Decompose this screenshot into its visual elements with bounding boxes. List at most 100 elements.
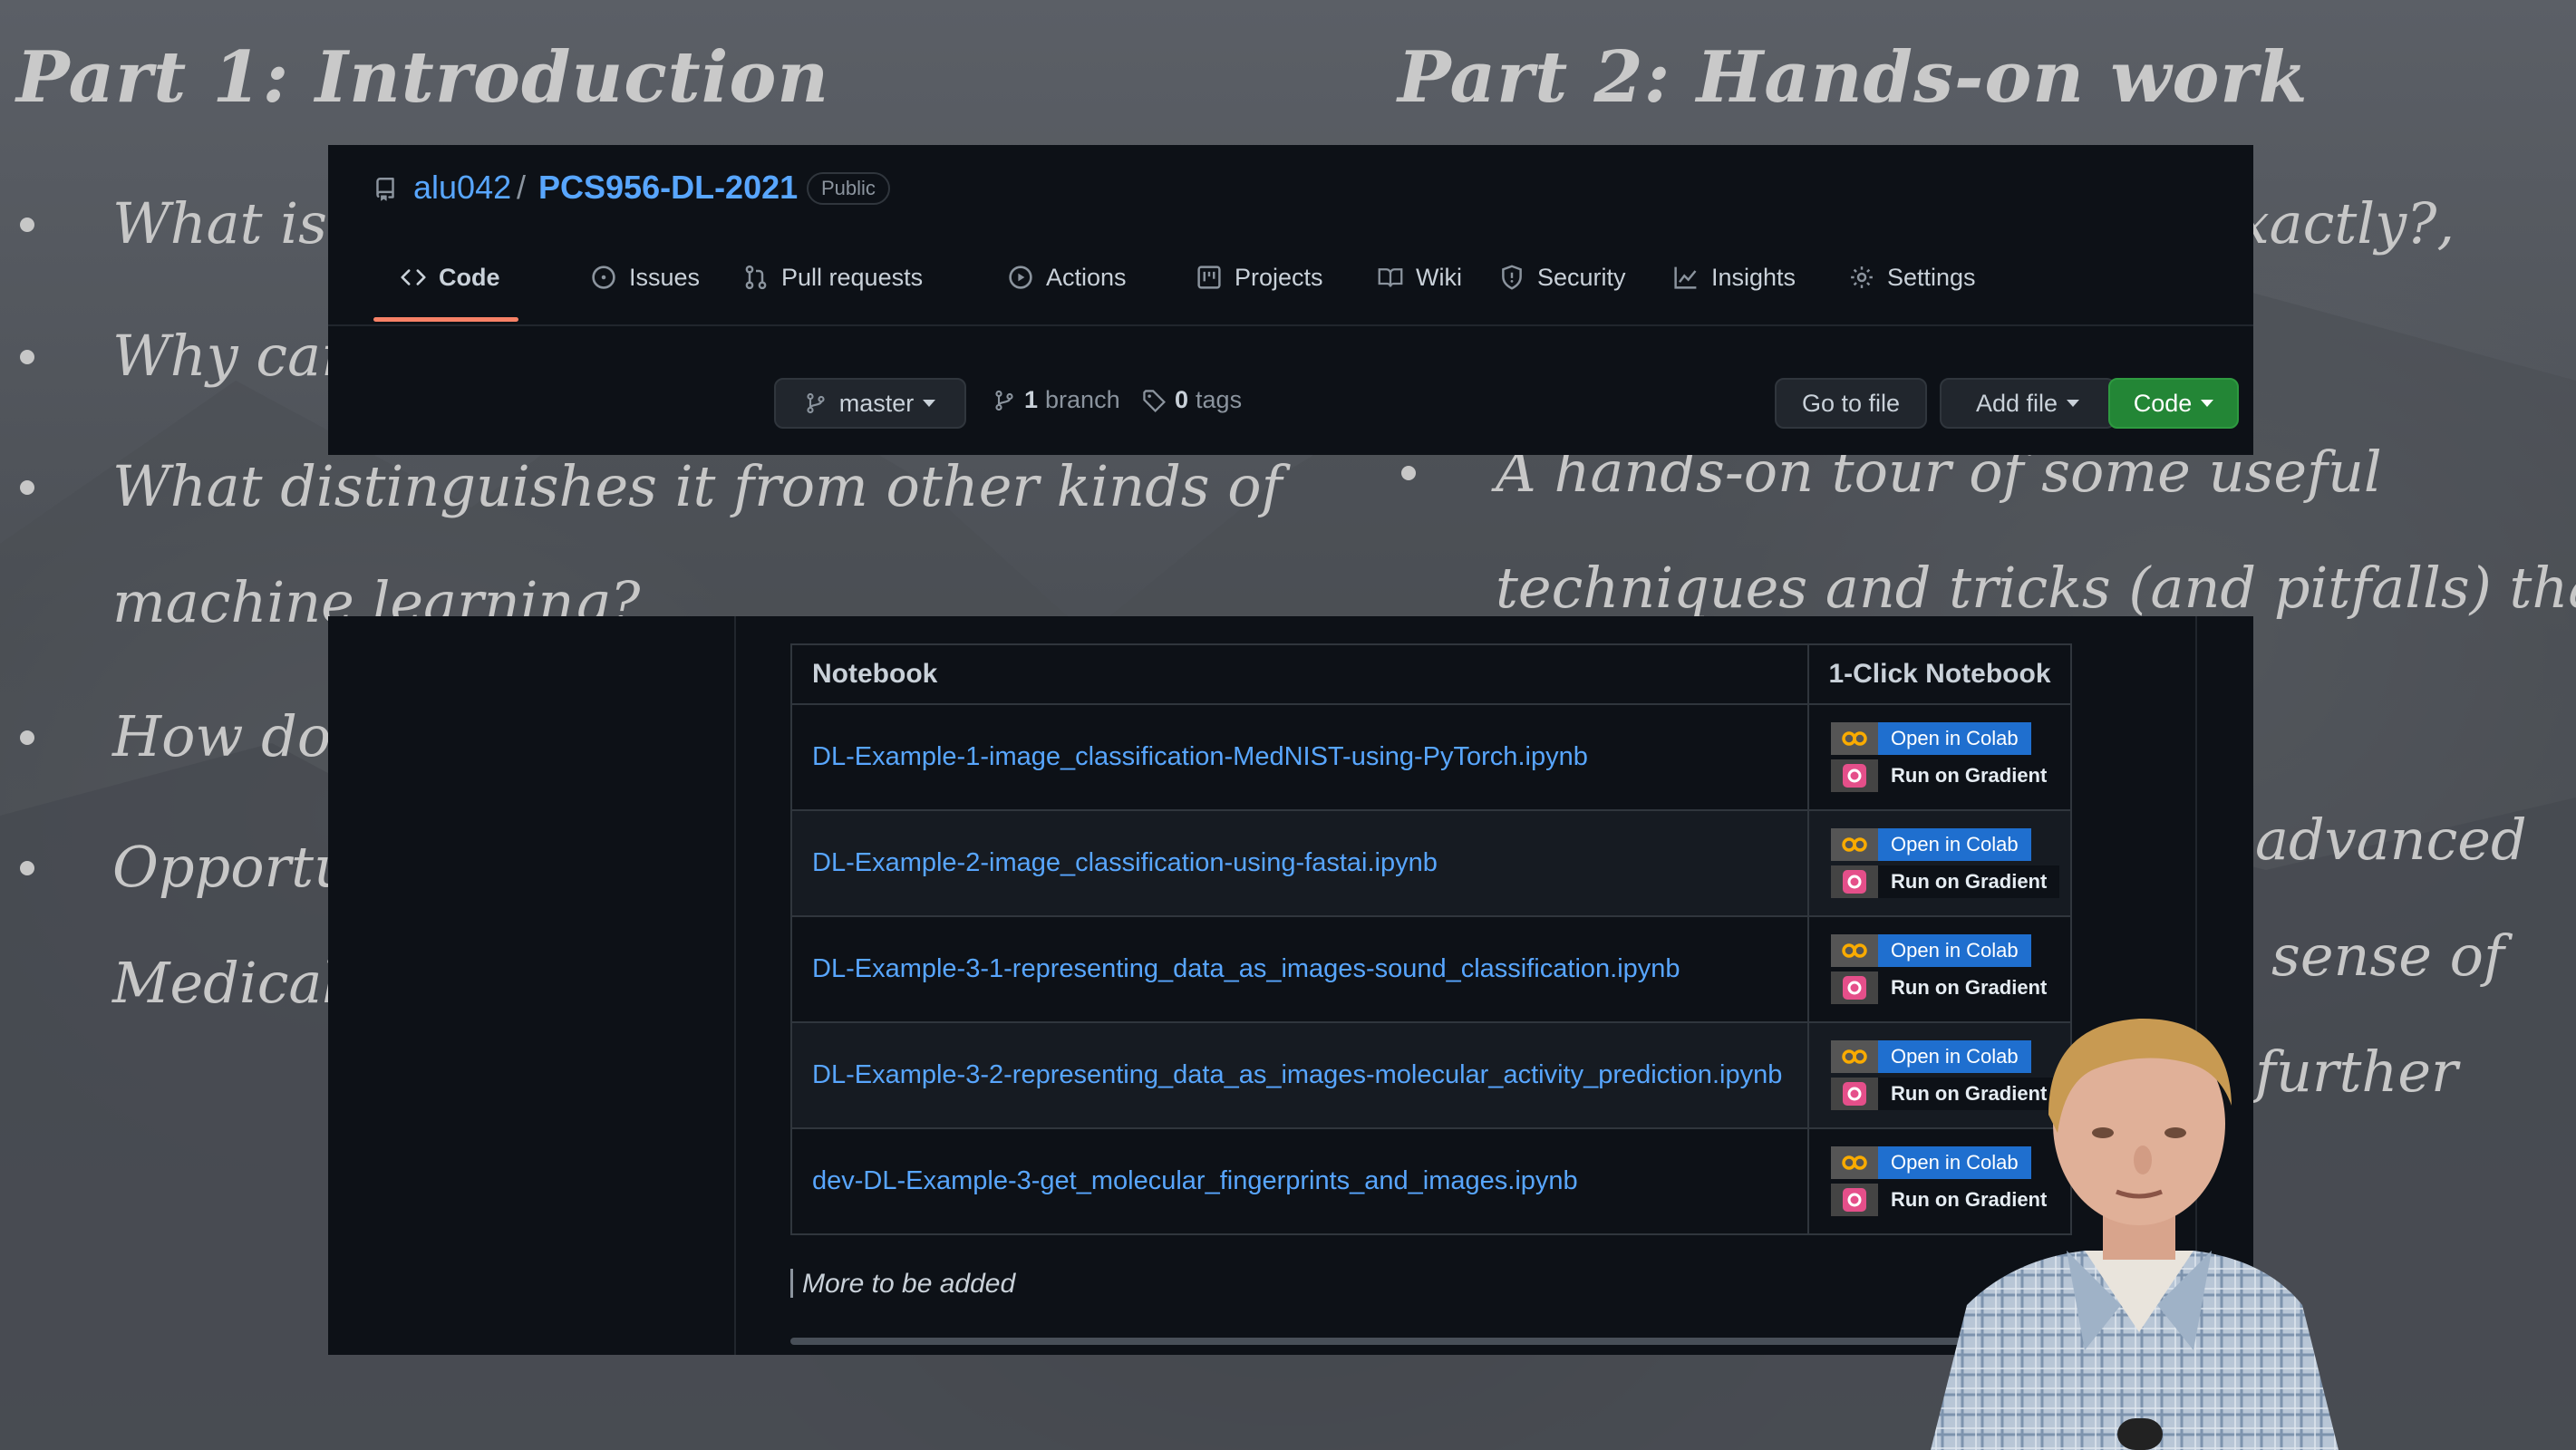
bullet-dot	[20, 480, 34, 495]
shield-icon	[1502, 265, 1522, 290]
slide-bullet: advanced	[2255, 807, 2527, 873]
gradient-badge-label: Run on Gradient	[1878, 759, 2060, 792]
tab-label: Insights	[1711, 263, 1796, 291]
code-button-label: Code	[2133, 389, 2193, 417]
repo-path-separator: /	[517, 169, 527, 206]
tab-settings[interactable]: Settings	[1849, 250, 1976, 304]
tab-projects[interactable]: Projects	[1196, 250, 1323, 304]
notebook-table: Notebook 1-Click Notebook DL-Example-1-i…	[790, 643, 2072, 1235]
tag-count-link[interactable]: 0 tags	[1142, 386, 1242, 414]
play-icon	[1009, 266, 1032, 289]
tag-count-label: tags	[1196, 386, 1243, 413]
gradient-logo-icon	[1831, 1184, 1878, 1216]
table-row: DL-Example-2-image_classification-using-…	[790, 809, 2072, 917]
repo-owner-link[interactable]: alu042	[413, 169, 511, 207]
bullet-dot	[20, 730, 34, 745]
tab-actions[interactable]: Actions	[1008, 250, 1127, 304]
badge-cell: Open in Colab Run on Gradient	[1807, 703, 2072, 811]
tab-divider	[328, 324, 2253, 326]
notebook-link[interactable]: DL-Example-1-image_classification-MedNIS…	[790, 703, 1809, 811]
open-in-colab-badge[interactable]: Open in Colab	[1831, 828, 2070, 861]
tab-pull-requests[interactable]: Pull requests	[743, 250, 923, 304]
slide-bullet: What distinguishes it from other kinds o…	[112, 453, 1283, 519]
notebook-link[interactable]: dev-DL-Example-3-get_molecular_fingerpri…	[790, 1127, 1809, 1235]
branch-select-button[interactable]: master	[774, 378, 966, 429]
colab-badge-label: Open in Colab	[1878, 934, 2031, 967]
gradient-logo-icon	[1831, 972, 1878, 1004]
repo-icon	[373, 176, 397, 208]
colab-logo-icon	[1831, 1146, 1878, 1179]
header-notebook: Notebook	[790, 643, 1809, 705]
horizontal-scrollbar[interactable]	[790, 1338, 2041, 1345]
notebook-link[interactable]: DL-Example-2-image_classification-using-…	[790, 809, 1809, 917]
slide-bullet: techniques and tricks (and pitfalls) tha…	[1496, 555, 2576, 621]
table-header-row: Notebook 1-Click Notebook	[790, 643, 2072, 705]
active-tab-indicator	[373, 317, 518, 322]
tab-code[interactable]: Code	[401, 250, 500, 304]
table-row: DL-Example-1-image_classification-MedNIS…	[790, 703, 2072, 811]
slide-bullet: Medical	[112, 950, 341, 1016]
tag-count: 0	[1175, 386, 1189, 413]
bullet-dot	[20, 350, 34, 364]
gradient-logo-icon	[1831, 865, 1878, 898]
book-icon	[1378, 268, 1403, 287]
slide-title-part2: Part 2: Hands-on work	[1398, 36, 2309, 119]
open-in-colab-badge[interactable]: Open in Colab	[1831, 722, 2070, 755]
code-icon	[401, 269, 426, 285]
bullet-dot	[1401, 466, 1416, 480]
slide-bullet: What is	[112, 190, 327, 256]
blockquote-bar	[790, 1269, 793, 1298]
gradient-logo-icon	[1831, 1078, 1878, 1110]
tab-issues[interactable]: Issues	[591, 250, 700, 304]
header-one-click: 1-Click Notebook	[1807, 643, 2072, 705]
branch-icon	[807, 392, 825, 414]
badge-cell: Open in Colab Run on Gradient	[1807, 809, 2072, 917]
tab-label: Actions	[1046, 263, 1127, 291]
table-row: DL-Example-3-1-representing_data_as_imag…	[790, 915, 2072, 1023]
open-in-colab-badge[interactable]: Open in Colab	[1831, 934, 2070, 967]
chevron-down-icon	[923, 400, 936, 407]
gradient-badge-label: Run on Gradient	[1878, 865, 2060, 898]
run-on-gradient-badge[interactable]: Run on Gradient	[1831, 865, 2070, 898]
colab-logo-icon	[1831, 1040, 1878, 1073]
presenter-webcam	[1931, 1018, 2339, 1450]
branch-name: master	[838, 389, 915, 417]
branch-icon	[995, 390, 1013, 411]
chevron-down-icon	[2067, 400, 2080, 407]
tab-wiki[interactable]: Wiki	[1378, 250, 1462, 304]
add-file-label: Add file	[1975, 389, 2058, 417]
pull-request-icon	[745, 265, 767, 290]
branch-count: 1	[1024, 386, 1039, 413]
notebook-link[interactable]: DL-Example-3-1-representing_data_as_imag…	[790, 915, 1809, 1023]
run-on-gradient-badge[interactable]: Run on Gradient	[1831, 972, 2070, 1004]
tag-icon	[1143, 389, 1166, 412]
gear-icon	[1851, 266, 1873, 288]
add-file-button[interactable]: Add file	[1940, 378, 2116, 429]
tab-label: Pull requests	[781, 263, 924, 291]
slide-title-part1: Part 1: Introduction	[16, 36, 830, 119]
project-icon	[1197, 266, 1221, 289]
more-to-be-added-quote: More to be added	[790, 1269, 1015, 1300]
code-download-button[interactable]: Code	[2108, 378, 2239, 429]
slide-bullet: Opportu	[112, 834, 351, 900]
table-row: DL-Example-3-2-representing_data_as_imag…	[790, 1021, 2072, 1129]
tab-label: Settings	[1887, 263, 1976, 291]
repo-name-link[interactable]: PCS956-DL-2021	[538, 169, 798, 207]
tab-insights[interactable]: Insights	[1673, 250, 1796, 304]
colab-logo-icon	[1831, 934, 1878, 967]
run-on-gradient-badge[interactable]: Run on Gradient	[1831, 759, 2070, 792]
gradient-badge-label: Run on Gradient	[1878, 972, 2060, 1004]
bullet-dot	[20, 218, 34, 232]
notebook-link[interactable]: DL-Example-3-2-representing_data_as_imag…	[790, 1021, 1809, 1129]
colab-badge-label: Open in Colab	[1878, 828, 2031, 861]
tab-label: Issues	[629, 263, 701, 291]
graph-icon	[1674, 266, 1697, 289]
slide-bullet: Why car	[112, 323, 348, 389]
table-row: dev-DL-Example-3-get_molecular_fingerpri…	[790, 1127, 2072, 1235]
branch-count-link[interactable]: 1 branch	[993, 386, 1120, 414]
go-to-file-button[interactable]: Go to file	[1775, 378, 1927, 429]
colab-logo-icon	[1831, 722, 1878, 755]
tab-label: Security	[1537, 263, 1626, 291]
tab-security[interactable]: Security	[1499, 250, 1626, 304]
chevron-down-icon	[2201, 400, 2214, 407]
